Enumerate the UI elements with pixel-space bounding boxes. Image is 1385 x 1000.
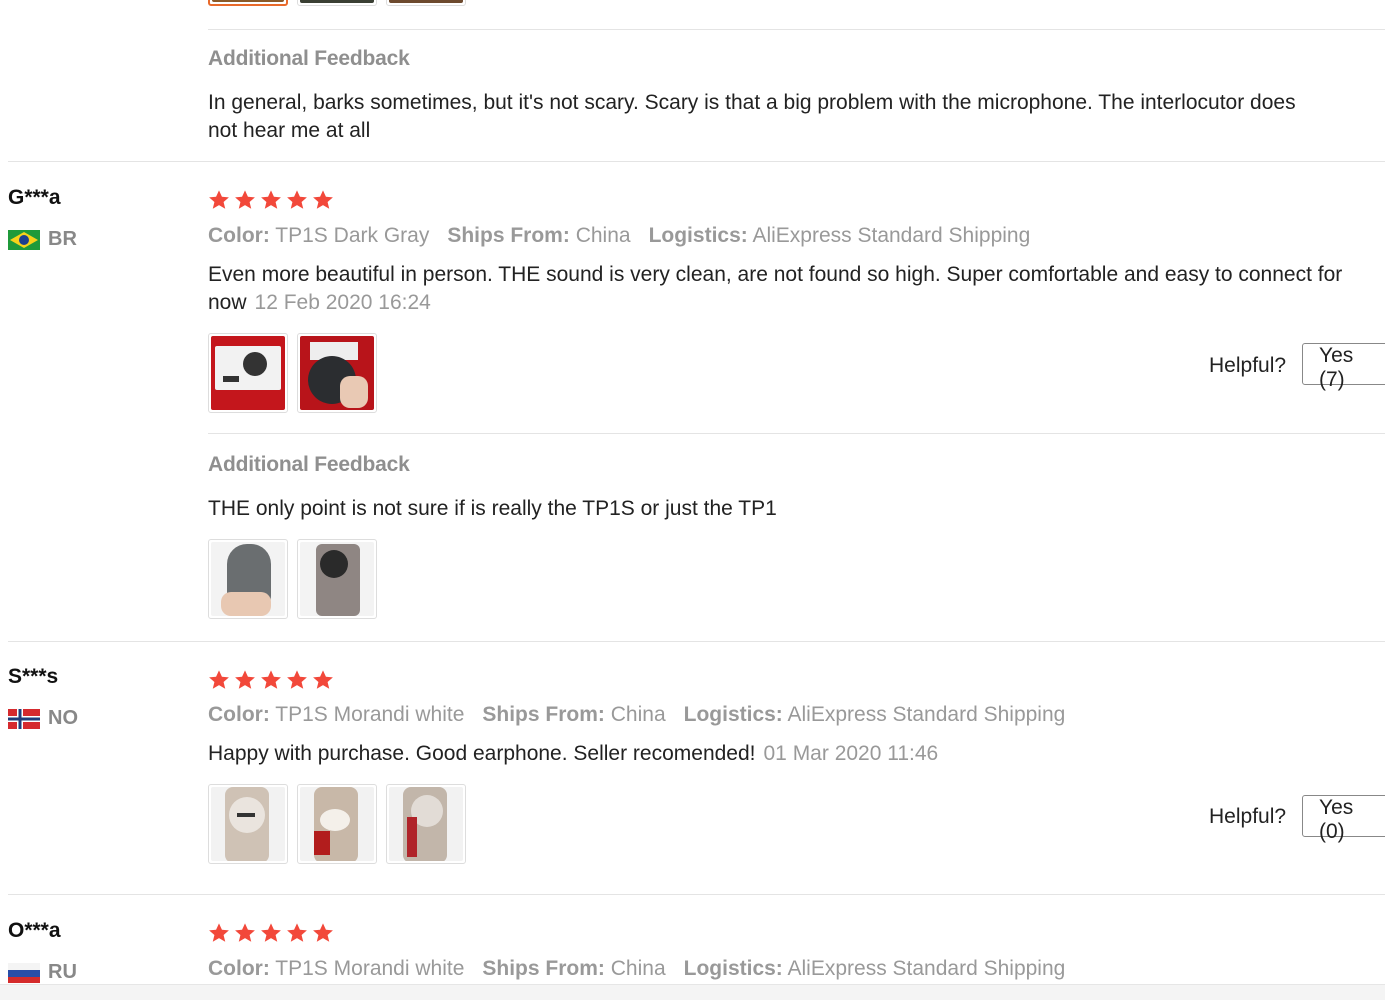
logistics-label: Logistics: [683,957,783,980]
additional-feedback-photos [208,539,377,619]
photo-thumbnail[interactable] [208,539,288,619]
photo-thumbnail[interactable] [208,0,288,6]
logistics-value: AliExpress Standard Shipping [787,703,1066,726]
star-icon [208,922,230,944]
country-code: BR [48,228,77,250]
star-rating [208,922,334,944]
divider [208,433,1385,434]
logistics-label: Logistics: [683,703,783,726]
star-icon [260,669,282,691]
photo-thumbnail[interactable] [297,333,377,413]
review-meta: Color: TP1S Morandi white Ships From: Chi… [208,957,1065,981]
ships-from-value: China [610,703,666,726]
country-code: NO [48,707,78,729]
russia-flag-icon [8,962,40,983]
color-value: TP1S Morandi white [275,957,465,980]
ships-from-value: China [575,224,631,247]
star-icon [286,922,308,944]
review-divider [8,641,1385,642]
photo-thumbnail[interactable] [297,0,377,6]
photo-thumbnail[interactable] [208,333,288,413]
helpful-label: Helpful? [1209,805,1287,828]
reviewer-country: BR [8,228,77,251]
review-divider [8,894,1385,895]
star-icon [208,189,230,211]
star-icon [260,189,282,211]
helpful-yes-button[interactable]: Yes (0) [1302,795,1385,843]
norway-flag-icon [8,708,40,729]
photo-thumbnail[interactable] [297,539,377,619]
review-body: Happy with purchase. Good earphone. Sell… [208,740,1368,768]
country-code: RU [48,961,77,983]
helpful-yes-button[interactable]: Yes (7) [1302,343,1385,391]
color-value: TP1S Dark Gray [275,224,430,247]
bottom-scroll-bar [0,984,1385,1000]
review-date: 01 Mar 2020 11:46 [763,742,939,765]
photo-thumbnail[interactable] [386,0,466,6]
ships-from-label: Ships From: [482,703,605,726]
logistics-value: AliExpress Standard Shipping [787,957,1066,980]
color-label: Color: [208,957,270,980]
additional-feedback-text: THE only point is not sure if is really … [208,497,777,520]
review-photos [208,784,466,864]
star-icon [260,922,282,944]
additional-feedback-title: Additional Feedback [208,47,410,70]
star-icon [234,189,256,211]
review-photos [208,333,377,413]
star-icon [286,189,308,211]
reviewer-name: O***a [8,919,61,942]
reviewer-country: RU [8,961,77,984]
divider [208,29,1385,30]
helpful-label: Helpful? [1209,354,1287,377]
photo-thumbnail[interactable] [386,784,466,864]
previous-review-photos [208,0,466,6]
photo-thumbnail[interactable] [208,784,288,864]
photo-thumbnail[interactable] [297,784,377,864]
logistics-label: Logistics: [648,224,748,247]
ships-from-label: Ships From: [447,224,570,247]
reviewer-name: S***s [8,665,59,688]
star-icon [234,669,256,691]
review-date: 12 Feb 2020 16:24 [254,291,431,314]
review-body: Even more beautiful in person. THE sound… [208,261,1368,317]
star-icon [234,922,256,944]
reviewer-country: NO [8,707,78,730]
review-text: Happy with purchase. Good earphone. Sell… [208,742,756,765]
star-icon [312,922,334,944]
star-rating [208,189,334,211]
ships-from-label: Ships From: [482,957,605,980]
star-icon [208,669,230,691]
additional-feedback-title: Additional Feedback [208,453,410,476]
color-label: Color: [208,703,270,726]
review-meta: Color: TP1S Dark Gray Ships From: China Lo… [208,224,1030,248]
star-icon [312,669,334,691]
color-value: TP1S Morandi white [275,703,465,726]
star-rating [208,669,334,691]
reviewer-name: G***a [8,186,61,209]
color-label: Color: [208,224,270,247]
review-meta: Color: TP1S Morandi white Ships From: Chi… [208,703,1065,727]
ships-from-value: China [610,957,666,980]
star-icon [286,669,308,691]
additional-feedback-text: In general, barks sometimes, but it's no… [208,91,1296,142]
brazil-flag-icon [8,229,40,250]
logistics-value: AliExpress Standard Shipping [752,224,1031,247]
review-divider [8,161,1385,162]
star-icon [312,189,334,211]
